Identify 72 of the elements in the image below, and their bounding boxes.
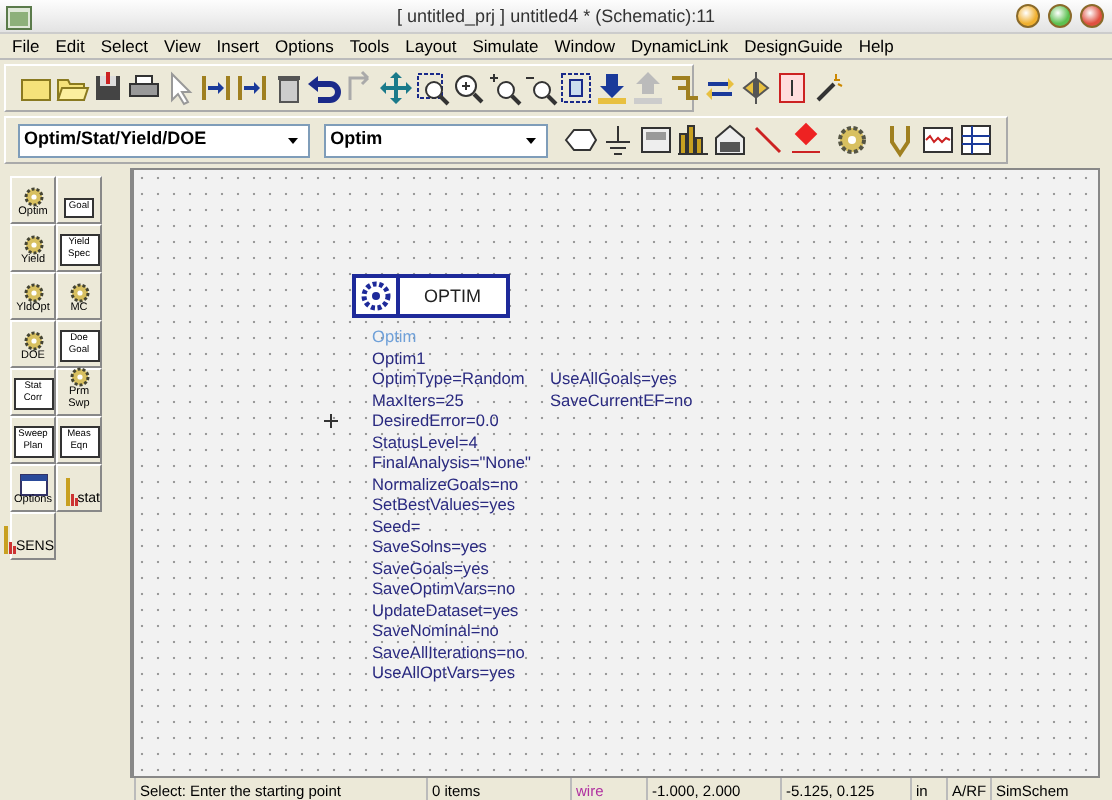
bar-chart-icon xyxy=(3,526,16,554)
fit-view-icon[interactable] xyxy=(558,70,594,106)
window-icon xyxy=(19,473,47,495)
parameter-text: UseAllOptVars=yes xyxy=(372,662,518,683)
parameter-text: StatusLevel=4 xyxy=(372,431,480,452)
window-title: [ untitled_prj ] untitled4 * (Schematic):11 xyxy=(395,4,717,30)
component-icon[interactable] xyxy=(774,70,810,106)
pin-icon[interactable] xyxy=(198,70,234,106)
menu-item[interactable]: Simulate xyxy=(464,34,547,58)
menu-item[interactable]: DesignGuide xyxy=(736,34,851,58)
app-icon xyxy=(6,4,32,28)
menu-item[interactable]: File xyxy=(4,34,48,58)
menu-item[interactable]: Tools xyxy=(341,34,398,58)
menu-item[interactable]: Options xyxy=(267,34,342,58)
dropdown[interactable]: Optim xyxy=(324,123,548,157)
gear-icon xyxy=(67,366,91,388)
undo-icon[interactable] xyxy=(306,70,342,106)
parameter-text: SaveOptimVars=no xyxy=(372,578,518,599)
menu-item[interactable]: Edit xyxy=(47,34,93,58)
parameter-text: SaveAllIterations=no xyxy=(372,641,527,662)
var-block-icon[interactable] xyxy=(637,122,674,158)
gear-icon xyxy=(21,281,45,303)
arrow-down-icon[interactable] xyxy=(594,70,630,106)
menu-item[interactable]: Help xyxy=(850,34,902,58)
gear-icon xyxy=(21,329,45,351)
wire-icon[interactable] xyxy=(749,122,786,158)
bar-chart-icon[interactable] xyxy=(674,122,711,158)
component-title: OPTIM xyxy=(422,284,483,310)
parameter-text: DesiredError=0.0 xyxy=(372,410,501,431)
gear-icon xyxy=(358,280,394,312)
parameter-text: SetBestValues=yes xyxy=(372,494,518,515)
pin-icon[interactable] xyxy=(234,70,270,106)
dropdown[interactable]: Optim/Stat/Yield/DOE xyxy=(18,123,311,157)
move-icon[interactable] xyxy=(378,70,414,106)
gear-icon xyxy=(21,185,45,207)
parameter-text: UpdateDataset=yes xyxy=(372,599,521,620)
parameter-text: SaveGoals=yes xyxy=(372,557,491,578)
table-icon[interactable] xyxy=(957,122,994,158)
parameter-text: Seed= xyxy=(372,515,423,536)
menu-item[interactable]: Insert xyxy=(208,34,268,58)
menu-item[interactable]: Select xyxy=(92,34,156,58)
zoom-area-icon[interactable] xyxy=(414,70,450,106)
optim-component[interactable]: OPTIM xyxy=(352,274,509,318)
zoom-point-icon[interactable] xyxy=(486,70,522,106)
gear-icon[interactable] xyxy=(834,122,871,158)
gear-icon xyxy=(21,233,45,255)
maximize-button[interactable] xyxy=(1048,4,1072,28)
menu-item[interactable]: DynamicLink xyxy=(623,34,737,58)
parameter-text: SaveSolns=yes xyxy=(372,536,489,557)
gear-icon xyxy=(67,281,91,303)
parameter-text: OptimType=Random xyxy=(372,368,527,389)
crosshair-icon xyxy=(324,414,338,429)
menu-item[interactable]: View xyxy=(155,34,209,58)
house-icon[interactable] xyxy=(712,122,749,158)
parameter-text: FinalAnalysis="None" xyxy=(372,452,531,473)
parameter-text: NormalizeGoals=no xyxy=(372,473,521,494)
parameter-text: SaveNominal=no xyxy=(372,620,501,641)
menu-item[interactable]: Window xyxy=(546,34,624,58)
close-button[interactable] xyxy=(1080,4,1104,28)
node-name-icon[interactable] xyxy=(787,122,824,158)
parameter-text: SaveCurrentEF=no xyxy=(550,389,693,410)
minimize-button[interactable] xyxy=(1016,4,1040,28)
component-type-label: Optim xyxy=(372,326,419,347)
bar-chart-icon xyxy=(65,478,78,506)
parameter-text: MaxIters=25 xyxy=(372,389,466,410)
mirror-icon[interactable] xyxy=(738,70,774,106)
instance-name: Optim1 xyxy=(372,347,428,368)
zoom-in-icon[interactable] xyxy=(450,70,486,106)
parameter-text: UseAllGoals=yes xyxy=(550,368,679,389)
waveform-icon[interactable] xyxy=(919,122,956,158)
menu-item[interactable]: Layout xyxy=(397,34,465,58)
schematic-canvas[interactable] xyxy=(132,168,1100,778)
